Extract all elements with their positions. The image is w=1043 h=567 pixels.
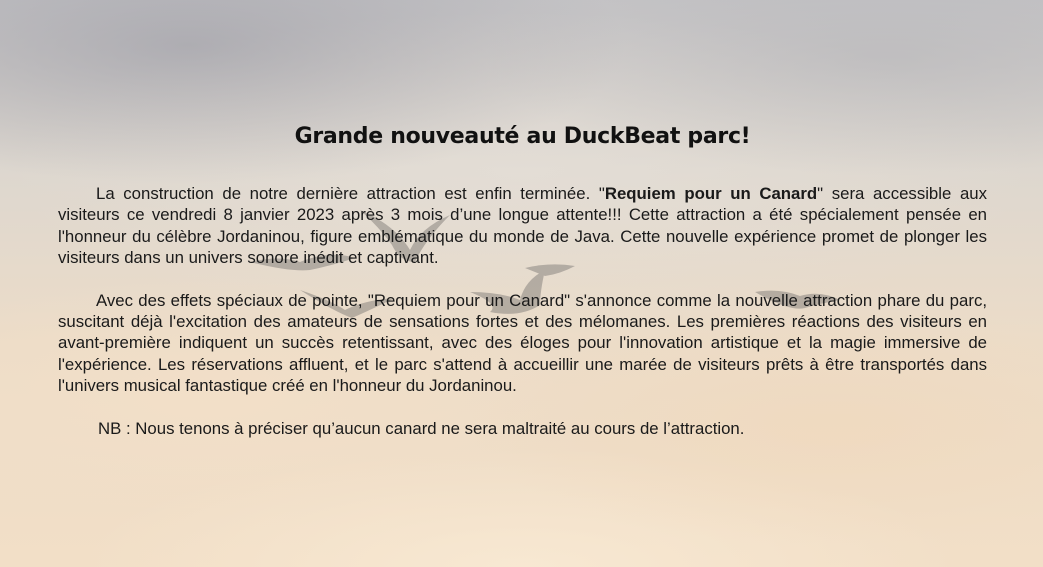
article: Grande nouveauté au DuckBeat parc! La co… <box>58 120 987 439</box>
attraction-name: Requiem pour un Canard <box>604 184 818 203</box>
paragraph-note: NB : Nous tenons à préciser qu’aucun can… <box>98 418 745 438</box>
paragraph-intro-start: La construction de notre dernière attrac… <box>96 184 605 203</box>
paragraph-details: Avec des effets spéciaux de pointe, "Req… <box>58 290 987 396</box>
article-title: Grande nouveauté au DuckBeat parc! <box>294 124 751 149</box>
paragraph-intro: La construction de notre dernière attrac… <box>58 183 987 269</box>
